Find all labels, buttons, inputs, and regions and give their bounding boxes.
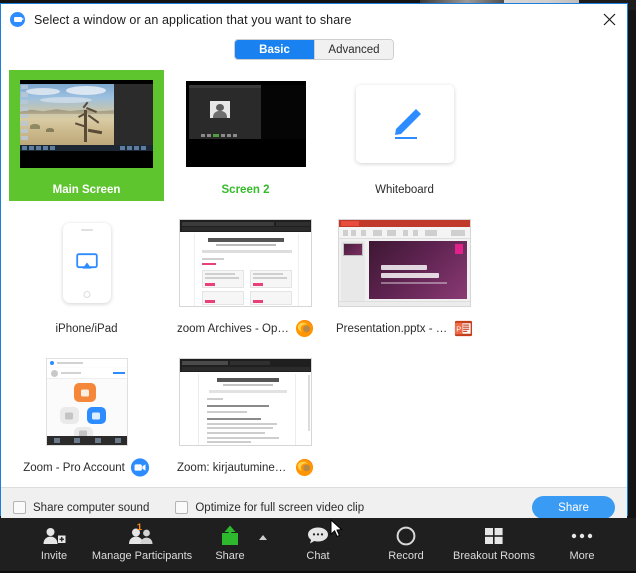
share-computer-sound-checkbox[interactable]: Share computer sound	[13, 501, 149, 514]
toolbar-item-label: Share	[215, 550, 245, 562]
phone-tile	[62, 223, 111, 303]
zoom-app-window-preview	[45, 358, 128, 446]
toolbar-item-manage-participants[interactable]: 1 Manage Participants	[92, 522, 192, 570]
share-selection-dialog: Select a window or an application that y…	[0, 3, 628, 527]
monitor-preview	[20, 80, 153, 168]
share-source-label: Presentation.pptx - Pow...	[336, 322, 448, 335]
toolbar-item-record[interactable]: Record	[362, 524, 450, 570]
toolbar-item-label: Invite	[40, 550, 68, 562]
toolbar-item-label: Record	[388, 550, 424, 562]
tabs-container: Basic Advanced	[1, 35, 627, 66]
share-source-label: Zoom - Pro Account	[23, 461, 125, 474]
record-icon	[395, 524, 417, 548]
screen-root: Select a window or an application that y…	[0, 0, 636, 573]
toolbar-item-more[interactable]: More	[538, 524, 626, 570]
thumbnail-screen-2	[168, 70, 323, 178]
share-source-label: Main Screen	[9, 178, 164, 201]
optimize-video-clip-checkbox[interactable]: Optimize for full screen video clip	[175, 501, 364, 514]
mode-tabs: Basic Advanced	[234, 39, 394, 60]
thumbnail-zoom-pro-account	[9, 348, 164, 456]
powerpoint-window-preview	[338, 219, 471, 307]
browser-window-preview	[179, 219, 312, 307]
share-button[interactable]: Share	[532, 496, 615, 519]
toolbar-item-share[interactable]: Share	[186, 524, 274, 570]
share-source-firefox-archives[interactable]: zoom Archives - Opettaj...	[168, 209, 323, 340]
tab-basic[interactable]: Basic	[235, 40, 314, 59]
toolbar-item-invite[interactable]: Invite	[10, 524, 98, 570]
monitor-preview-2	[185, 81, 306, 167]
firefox-icon	[294, 319, 314, 339]
zoom-logo-icon	[10, 12, 25, 27]
share-source-label: Whiteboard	[375, 183, 434, 196]
optimize-video-clip-label: Optimize for full screen video clip	[195, 501, 365, 514]
dialog-titlebar: Select a window or an application that y…	[1, 4, 627, 35]
share-source-label: iPhone/iPad	[55, 322, 118, 335]
meeting-controls	[200, 133, 251, 137]
pencil-icon	[394, 109, 421, 139]
thumbnail-whiteboard	[327, 70, 482, 178]
tab-advanced[interactable]: Advanced	[314, 40, 393, 59]
share-source-label: zoom Archives - Opettaj...	[177, 322, 289, 335]
share-source-zoom-kirjautuminen[interactable]: Zoom: kirjautuminen ist...	[168, 348, 323, 479]
breakout-rooms-icon	[483, 524, 505, 548]
firefox-icon	[294, 458, 314, 478]
share-source-iphone-ipad[interactable]: iPhone/iPad	[9, 209, 164, 340]
share-source-label: Zoom: kirjautuminen ist...	[177, 461, 289, 474]
chevron-up-icon[interactable]	[259, 535, 267, 540]
participant-avatar	[209, 101, 230, 118]
svg-text:P: P	[456, 324, 461, 333]
share-screen-icon	[217, 524, 243, 548]
toolbar-item-breakout-rooms[interactable]: Breakout Rooms	[450, 524, 538, 570]
thumbnail-main-screen	[9, 70, 164, 178]
invite-icon	[42, 524, 66, 548]
toolbar-item-label: More	[569, 550, 595, 562]
share-source-caption: Presentation.pptx - Pow... P	[327, 317, 482, 340]
share-source-zoom-pro-account[interactable]: Zoom - Pro Account	[9, 348, 164, 479]
meeting-toolbar: Invite 1 Manage Participants Share Chat …	[0, 518, 636, 573]
share-source-caption: Zoom - Pro Account	[9, 456, 164, 479]
zoom-meeting-window	[188, 85, 261, 139]
checkbox-box[interactable]	[13, 501, 26, 514]
secondary-dark-area	[114, 84, 153, 145]
wallpaper-tree	[70, 100, 104, 142]
toolbar-item-label: Chat	[306, 550, 330, 562]
thumbnail-powerpoint	[327, 209, 482, 317]
camera-glyph	[13, 17, 24, 22]
thumbnail-firefox-archives	[168, 209, 323, 317]
share-source-label: Screen 2	[221, 183, 270, 196]
desktop-icons	[21, 85, 32, 140]
share-source-grid: Main Screen Screen 2 Whiteboard iPhone/i…	[1, 66, 627, 487]
checkbox-box[interactable]	[175, 501, 189, 514]
browser-window-preview-2	[179, 358, 312, 446]
share-computer-sound-label: Share computer sound	[33, 501, 150, 514]
desktop-wallpaper	[20, 84, 114, 145]
more-icon	[569, 524, 595, 548]
airplay-icon	[75, 253, 98, 269]
share-source-screen-2[interactable]: Screen 2	[168, 70, 323, 201]
powerpoint-icon: P	[453, 319, 473, 339]
dialog-title: Select a window or an application that y…	[34, 12, 352, 27]
share-source-caption: Zoom: kirjautuminen ist...	[168, 456, 323, 479]
thumbnail-zoom-kirjautuminen	[168, 348, 323, 456]
toolbar-item-label: Manage Participants	[91, 550, 193, 562]
chat-icon	[306, 524, 330, 548]
share-source-powerpoint[interactable]: Presentation.pptx - Pow... P	[327, 209, 482, 340]
participants-count-badge: 1	[136, 522, 142, 533]
whiteboard-tile	[355, 85, 454, 163]
toolbar-item-chat[interactable]: Chat	[274, 524, 362, 570]
zoom-icon	[130, 458, 150, 478]
toolbar-item-label: Breakout Rooms	[453, 550, 535, 562]
share-source-whiteboard[interactable]: Whiteboard	[327, 70, 482, 201]
share-source-caption: zoom Archives - Opettaj...	[168, 317, 323, 340]
participants-icon: 1	[128, 522, 156, 548]
thumbnail-iphone-ipad	[9, 209, 164, 317]
close-icon[interactable]	[594, 6, 624, 32]
share-source-main-screen[interactable]: Main Screen	[9, 70, 164, 201]
